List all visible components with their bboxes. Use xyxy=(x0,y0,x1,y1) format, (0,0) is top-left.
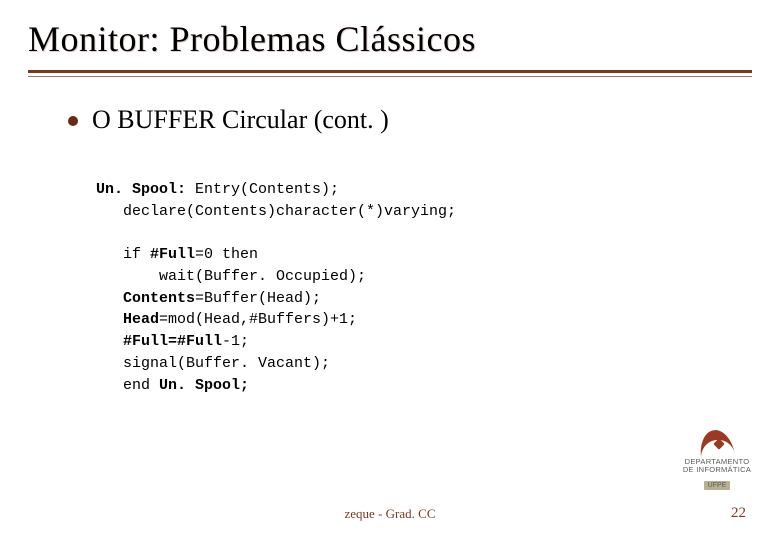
code-token: wait(Buffer. Occupied); xyxy=(96,268,366,285)
code-token: Entry(Contents); xyxy=(186,181,339,198)
code-token: #Full xyxy=(150,246,195,263)
code-token: declare(Contents)character(*)varying; xyxy=(96,203,456,220)
code-block: Un. Spool: Entry(Contents); declare(Cont… xyxy=(68,157,752,418)
slide-body: O BUFFER Circular (cont. ) Un. Spool: En… xyxy=(28,77,752,418)
code-token: signal(Buffer. Vacant); xyxy=(96,355,330,372)
logo-tag: UFPE xyxy=(704,481,731,490)
code-token: Un. Spool; xyxy=(159,377,249,394)
code-token xyxy=(96,290,123,307)
dept-logo: DEPARTAMENTO DE INFORMÁTICA UFPE xyxy=(674,428,760,493)
code-token: #Full=#Full xyxy=(123,333,222,350)
footer-center: zeque - Grad. CC xyxy=(0,506,780,522)
code-token: Un. Spool: xyxy=(96,181,186,198)
code-token xyxy=(96,333,123,350)
bullet-item: O BUFFER Circular (cont. ) xyxy=(68,105,752,135)
code-token: end xyxy=(96,377,159,394)
logo-swoosh-icon xyxy=(697,428,737,456)
code-token: =Buffer(Head); xyxy=(195,290,321,307)
logo-text-line2: DE INFORMÁTICA xyxy=(674,466,760,474)
bullet-text: O BUFFER Circular (cont. ) xyxy=(92,105,389,135)
code-token: if xyxy=(96,246,150,263)
code-token: =mod(Head,#Buffers)+1; xyxy=(159,311,357,328)
code-token xyxy=(96,311,123,328)
bullet-dot-icon xyxy=(68,116,78,126)
code-token: Contents xyxy=(123,290,195,307)
code-token: =0 then xyxy=(195,246,258,263)
code-token: Head xyxy=(123,311,159,328)
slide-title: Monitor: Problemas Clássicos xyxy=(28,18,752,60)
title-underline xyxy=(28,70,752,77)
slide: Monitor: Problemas Clássicos O BUFFER Ci… xyxy=(0,0,780,540)
code-token: -1; xyxy=(222,333,249,350)
page-number: 22 xyxy=(731,505,746,522)
